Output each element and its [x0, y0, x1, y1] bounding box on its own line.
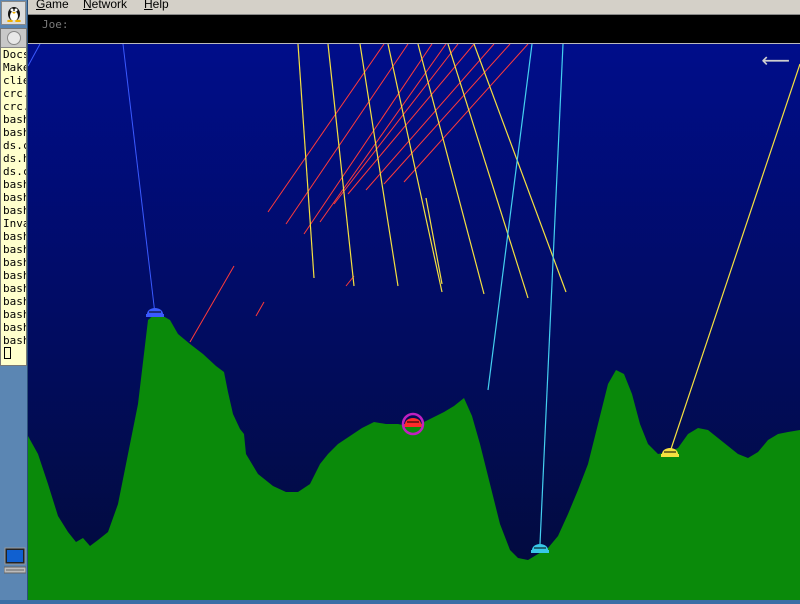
- file-list-item[interactable]: bash: [3, 243, 26, 256]
- file-list-item[interactable]: crc.: [3, 100, 26, 113]
- file-list-item[interactable]: ds.c: [3, 139, 26, 152]
- file-list-item[interactable]: ds.c: [3, 165, 26, 178]
- chat-input-bar[interactable]: Joe:: [28, 15, 800, 44]
- file-list: Docs Make clie crc. crc. bash bash ds.c ds.h ds.c…: [1, 48, 26, 362]
- file-list-item[interactable]: bash: [3, 269, 26, 282]
- file-list-item[interactable]: bash: [3, 282, 26, 295]
- menu-help[interactable]: Help: [144, 0, 169, 11]
- left-arrow-icon[interactable]: ⟵: [761, 50, 790, 70]
- file-list-item[interactable]: bash: [3, 126, 26, 139]
- computer-icon[interactable]: [3, 546, 27, 576]
- file-list-item[interactable]: crc.: [3, 87, 26, 100]
- tux-icon[interactable]: [1, 1, 26, 25]
- game-canvas[interactable]: [28, 44, 800, 600]
- file-list-cursor: [3, 347, 26, 362]
- left-taskbar: Docs Make clie crc. crc. bash bash ds.c ds.h ds.c…: [0, 0, 28, 600]
- menubar: Game Network Help: [28, 0, 800, 15]
- file-list-item[interactable]: bash: [3, 256, 26, 269]
- file-list-item[interactable]: Make: [3, 61, 26, 74]
- file-list-item[interactable]: bash: [3, 191, 26, 204]
- desktop: Docs Make clie crc. crc. bash bash ds.c ds.h ds.c…: [0, 0, 800, 600]
- menu-network[interactable]: Network: [83, 0, 127, 11]
- file-list-item[interactable]: bash: [3, 204, 26, 217]
- menu-game[interactable]: Game: [36, 0, 69, 11]
- file-list-item[interactable]: ds.h: [3, 152, 26, 165]
- file-list-item[interactable]: bash: [3, 230, 26, 243]
- file-list-item[interactable]: bash: [3, 295, 26, 308]
- file-list-item[interactable]: Inva: [3, 217, 26, 230]
- chat-label: Joe:: [42, 18, 69, 31]
- panel-scroll-button[interactable]: [1, 29, 26, 48]
- file-list-item[interactable]: bash: [3, 321, 26, 334]
- file-list-item[interactable]: clie: [3, 74, 26, 87]
- game-window: Game Network Help Joe: ⟵: [28, 0, 800, 600]
- file-list-item[interactable]: bash: [3, 113, 26, 126]
- file-list-item[interactable]: bash: [3, 308, 26, 321]
- file-list-panel: Docs Make clie crc. crc. bash bash ds.c ds.h ds.c…: [0, 28, 27, 366]
- game-playfield[interactable]: ⟵: [28, 44, 800, 600]
- file-list-item[interactable]: bash: [3, 178, 26, 191]
- file-list-item[interactable]: Docs: [3, 48, 26, 61]
- file-list-item[interactable]: bash: [3, 334, 26, 347]
